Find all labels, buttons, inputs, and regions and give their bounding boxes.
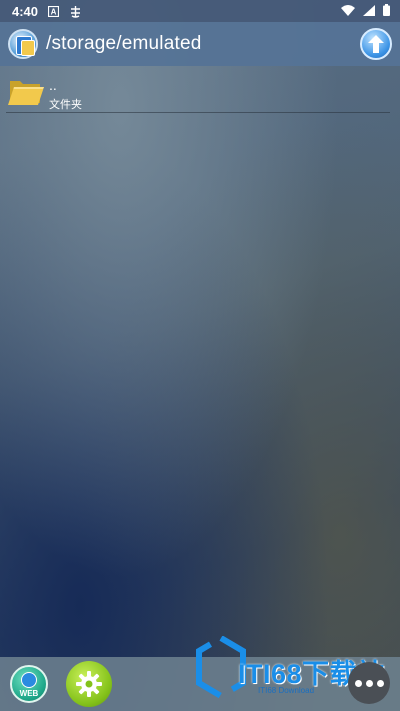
signal-icon xyxy=(363,4,375,19)
status-bar: 4:40 A xyxy=(0,0,400,22)
current-path-title: /storage/emulated xyxy=(46,33,202,54)
status-time: 4:40 xyxy=(12,3,39,19)
list-item[interactable]: .. 文件夹 xyxy=(6,72,390,113)
bottom-toolbar: WEB xyxy=(0,657,400,711)
navigate-up-button[interactable] xyxy=(360,28,392,60)
file-manager-logo-icon[interactable] xyxy=(8,29,38,59)
gear-icon xyxy=(76,671,102,697)
notification-icon xyxy=(69,5,82,18)
a-box-icon: A xyxy=(48,5,60,17)
more-dots-icon xyxy=(354,679,362,687)
battery-icon xyxy=(383,3,390,19)
app-bar: /storage/emulated xyxy=(0,22,400,66)
svg-text:A: A xyxy=(51,7,57,16)
wifi-icon xyxy=(341,4,355,19)
folder-icon xyxy=(8,81,44,105)
web-button-label: WEB xyxy=(19,689,39,698)
file-type-label: 文件夹 xyxy=(49,99,82,111)
web-button[interactable]: WEB xyxy=(10,665,48,703)
settings-button[interactable] xyxy=(66,661,112,707)
file-name: .. xyxy=(49,77,57,93)
globe-icon xyxy=(21,672,37,688)
more-options-button[interactable] xyxy=(348,662,390,704)
arrow-up-icon xyxy=(368,35,384,53)
